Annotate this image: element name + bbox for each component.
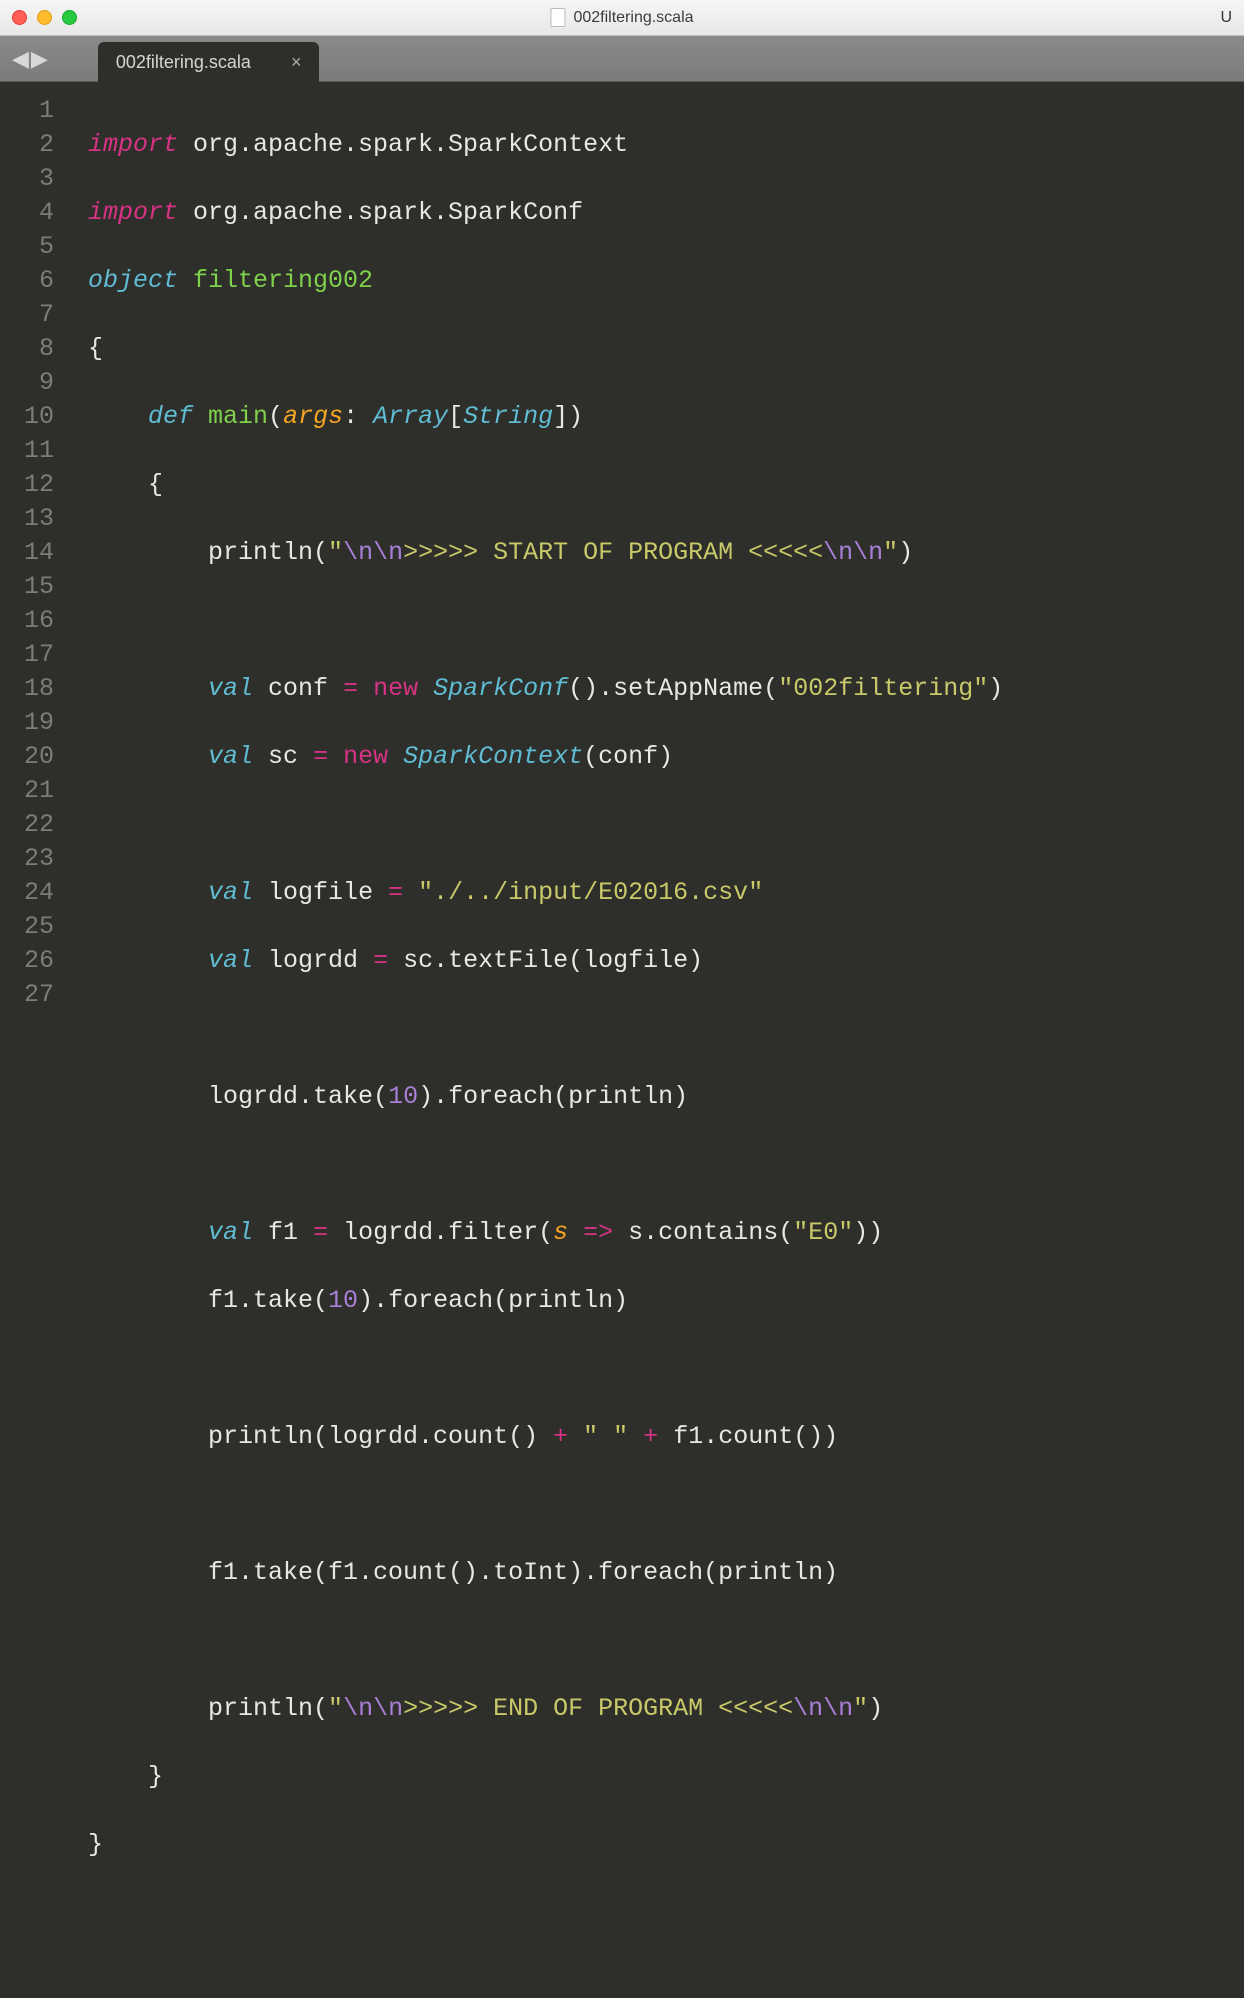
line-number: 23: [0, 842, 54, 876]
code-line: val sc = new SparkContext(conf): [88, 740, 1244, 774]
code-line: [88, 808, 1244, 842]
code-line: [88, 1624, 1244, 1658]
line-number-gutter: 1 2 3 4 5 6 7 8 9 10 11 12 13 14 15 16 1…: [0, 82, 64, 1084]
window-title: 002filtering.scala: [550, 8, 693, 27]
code-line: object filtering002: [88, 264, 1244, 298]
code-line: {: [88, 468, 1244, 502]
code-line: println("\n\n>>>>> END OF PROGRAM <<<<<\…: [88, 1692, 1244, 1726]
document-icon: [550, 8, 565, 27]
code-editor[interactable]: 1 2 3 4 5 6 7 8 9 10 11 12 13 14 15 16 1…: [0, 82, 1244, 1084]
line-number: 16: [0, 604, 54, 638]
code-line: val f1 = logrdd.filter(s => s.contains("…: [88, 1216, 1244, 1250]
code-line: }: [88, 1760, 1244, 1794]
tab-bar: ◀ ▶ 002filtering.scala ×: [0, 36, 1244, 82]
line-number: 27: [0, 978, 54, 1012]
tab-label: 002filtering.scala: [116, 52, 251, 73]
line-number: 5: [0, 230, 54, 264]
code-line: [88, 1148, 1244, 1182]
line-number: 25: [0, 910, 54, 944]
code-line: [88, 1896, 1244, 1930]
code-line: [88, 1012, 1244, 1046]
close-icon[interactable]: ×: [291, 52, 302, 73]
code-line: {: [88, 332, 1244, 366]
line-number: 9: [0, 366, 54, 400]
code-line: f1.take(10).foreach(println): [88, 1284, 1244, 1318]
line-number: 18: [0, 672, 54, 706]
line-number: 8: [0, 332, 54, 366]
line-number: 14: [0, 536, 54, 570]
code-line: println(logrdd.count() + " " + f1.count(…: [88, 1420, 1244, 1454]
code-line: import org.apache.spark.SparkConf: [88, 196, 1244, 230]
line-number: 15: [0, 570, 54, 604]
code-line: import org.apache.spark.SparkContext: [88, 128, 1244, 162]
minimize-window-button[interactable]: [37, 10, 52, 25]
line-number: 1: [0, 94, 54, 128]
tab-active[interactable]: 002filtering.scala ×: [98, 42, 320, 82]
code-line: val conf = new SparkConf().setAppName("0…: [88, 672, 1244, 706]
line-number: 3: [0, 162, 54, 196]
code-line: }: [88, 1828, 1244, 1862]
code-line: [88, 1488, 1244, 1522]
window-titlebar: 002filtering.scala U: [0, 0, 1244, 36]
line-number: 13: [0, 502, 54, 536]
line-number: 26: [0, 944, 54, 978]
nav-back-button[interactable]: ◀: [12, 48, 29, 70]
line-number: 20: [0, 740, 54, 774]
code-line: [88, 1352, 1244, 1386]
nav-arrows: ◀ ▶: [12, 48, 48, 70]
window-title-text: 002filtering.scala: [573, 9, 693, 27]
line-number: 12: [0, 468, 54, 502]
line-number: 24: [0, 876, 54, 910]
line-number: 6: [0, 264, 54, 298]
line-number: 10: [0, 400, 54, 434]
nav-forward-button[interactable]: ▶: [31, 48, 48, 70]
maximize-window-button[interactable]: [62, 10, 77, 25]
code-line: f1.take(f1.count().toInt).foreach(printl…: [88, 1556, 1244, 1590]
line-number: 17: [0, 638, 54, 672]
code-line: println("\n\n>>>>> START OF PROGRAM <<<<…: [88, 536, 1244, 570]
code-line: def main(args: Array[String]): [88, 400, 1244, 434]
line-number: 4: [0, 196, 54, 230]
code-line: val logfile = "./../input/E02016.csv": [88, 876, 1244, 910]
code-area[interactable]: import org.apache.spark.SparkContext imp…: [64, 82, 1244, 1084]
line-number: 2: [0, 128, 54, 162]
line-number: 22: [0, 808, 54, 842]
line-number: 11: [0, 434, 54, 468]
close-window-button[interactable]: [12, 10, 27, 25]
encoding-indicator: U: [1220, 9, 1232, 27]
code-line: [88, 604, 1244, 638]
traffic-lights: [12, 10, 77, 25]
code-line: logrdd.take(10).foreach(println): [88, 1080, 1244, 1114]
line-number: 19: [0, 706, 54, 740]
line-number: 21: [0, 774, 54, 808]
line-number: 7: [0, 298, 54, 332]
code-line: val logrdd = sc.textFile(logfile): [88, 944, 1244, 978]
